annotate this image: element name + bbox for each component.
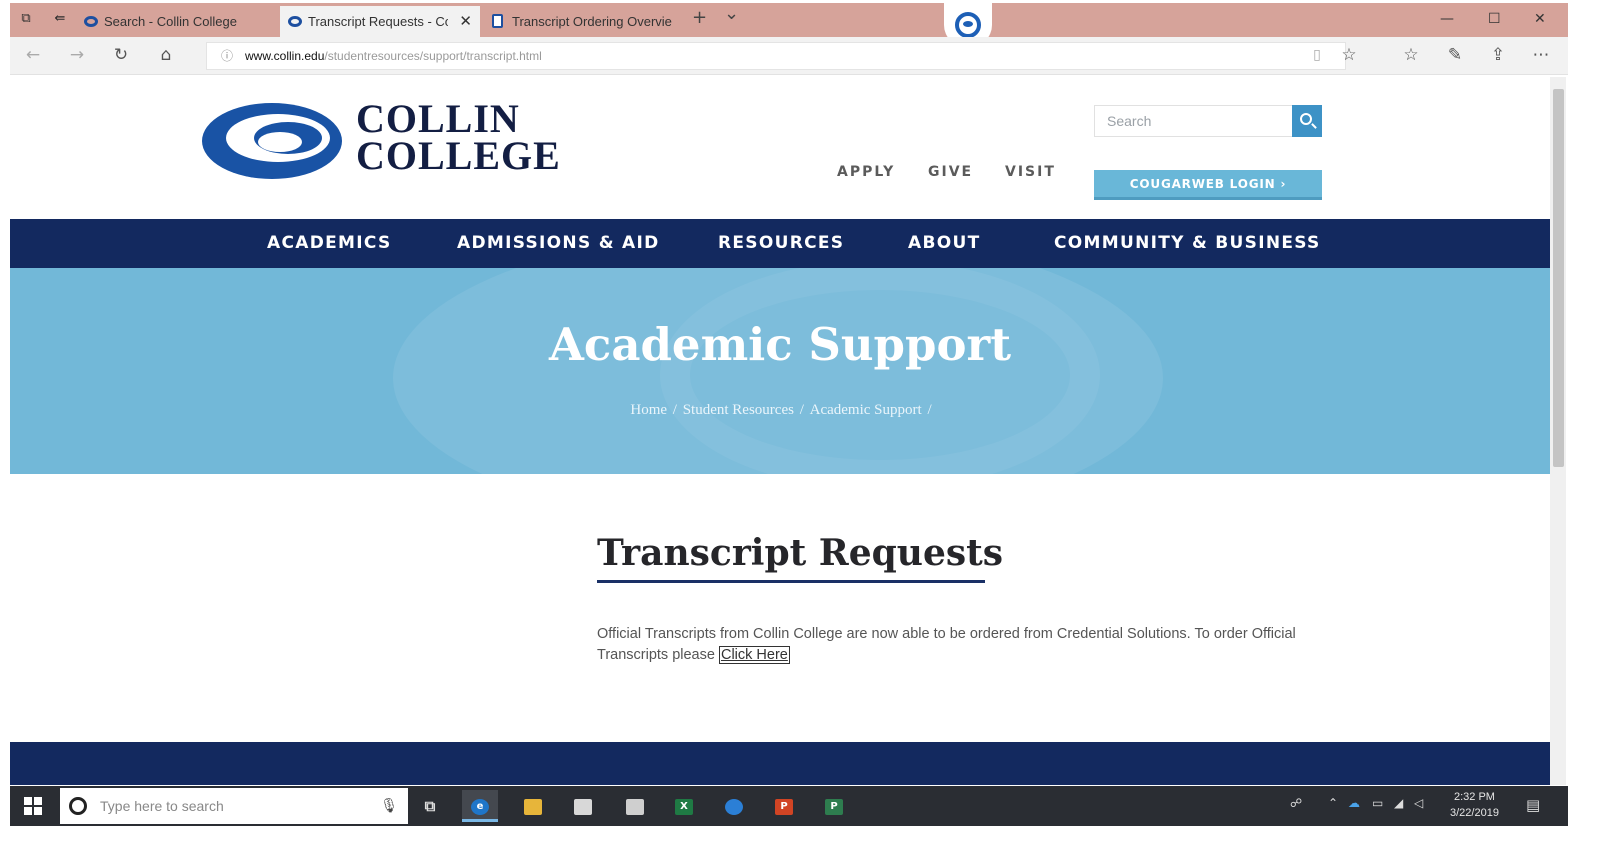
reading-view-icon[interactable]: ▯ (1306, 44, 1328, 66)
maximize-button[interactable]: ☐ (1488, 11, 1501, 27)
collin-swirl-logo-icon (202, 103, 342, 179)
apply-link[interactable]: APPLY (837, 164, 895, 180)
hero-banner: Academic Support Home / Student Resource… (10, 268, 1550, 474)
address-bar[interactable]: ⓘ www.collin.edu/studentresources/suppor… (206, 42, 1346, 70)
cortana-circle-icon (69, 797, 87, 815)
cougarweb-login-button[interactable]: COUGARWEB LOGIN › (1094, 170, 1322, 200)
nav-community-business[interactable]: COMMUNITY & BUSINESS (1054, 219, 1321, 268)
windows-taskbar: Type here to search 🎙 ⧉ e X P P ☍ ⌃ ☁ ▭ … (10, 786, 1568, 826)
more-options-icon[interactable]: ⋯ (1530, 44, 1552, 66)
favorites-hub-icon[interactable]: ☆ (1400, 44, 1422, 66)
url-path: /studentresources/support/transcript.htm… (324, 49, 542, 63)
tab-label: Transcript Requests - Co (308, 14, 448, 29)
favorite-star-icon[interactable]: ☆ (1338, 44, 1360, 66)
give-link[interactable]: GIVE (928, 164, 973, 180)
browser-tab-bar: ⧉ ⇚ Search - Collin College Transcript R… (10, 3, 1568, 37)
nav-resources[interactable]: RESOURCES (718, 219, 844, 268)
logo-wordmark: COLLIN COLLEGE (356, 96, 561, 178)
clock-time: 2:32 PM (1453, 791, 1495, 803)
tab-label: Search - Collin College (104, 14, 237, 29)
close-window-button[interactable]: ✕ (1534, 11, 1546, 27)
windows-start-icon[interactable] (24, 797, 42, 815)
collin-favicon-icon (288, 16, 302, 27)
edge-browser-icon[interactable]: e (462, 790, 498, 822)
cortana-app-icon[interactable] (716, 790, 752, 822)
nav-admissions-aid[interactable]: ADMISSIONS & AID (457, 219, 660, 268)
breadcrumb-academic-support[interactable]: Academic Support (810, 402, 922, 418)
screen: ⧉ ⇚ Search - Collin College Transcript R… (0, 0, 1615, 845)
nav-academics[interactable]: ACADEMICS (267, 219, 392, 268)
action-center-icon[interactable]: ▤ (1526, 796, 1540, 814)
breadcrumb-student-resources[interactable]: Student Resources (683, 402, 794, 418)
title-underline (597, 580, 985, 583)
click-here-link[interactable]: Click Here (718, 646, 790, 664)
taskbar-search-placeholder: Type here to search (100, 798, 224, 814)
breadcrumb-home[interactable]: Home (630, 402, 667, 418)
store-icon[interactable] (565, 790, 601, 822)
body-paragraph: Official Transcripts from Collin College… (597, 624, 1317, 666)
minimize-button[interactable]: — (1440, 11, 1454, 27)
main-navigation: ACADEMICS ADMISSIONS & AID RESOURCES ABO… (10, 219, 1550, 268)
document-favicon-icon (492, 14, 503, 28)
search-icon (1300, 113, 1312, 125)
tab-transcript-ordering[interactable]: Transcript Ordering Overvie (484, 6, 684, 37)
system-clock[interactable]: 2:32 PM 3/22/2019 (1450, 789, 1499, 821)
url-host: www.collin.edu (245, 49, 325, 63)
wifi-icon[interactable]: ◢ (1394, 796, 1403, 810)
volume-icon[interactable]: ◁ (1414, 796, 1423, 810)
visit-link[interactable]: VISIT (1005, 164, 1056, 180)
collin-favicon-icon (84, 16, 98, 27)
set-tabs-aside-icon[interactable]: ⇚ (52, 12, 68, 26)
forward-arrow-icon[interactable]: → (66, 44, 88, 66)
tab-list-icon[interactable]: ⧉ (18, 12, 34, 26)
page-scrollbar[interactable] (1550, 77, 1566, 785)
close-tab-icon[interactable]: ✕ (459, 6, 472, 37)
powerpoint-icon[interactable]: P (766, 790, 802, 822)
home-icon[interactable]: ⌂ (155, 44, 177, 66)
file-explorer-icon[interactable] (515, 790, 551, 822)
refresh-icon[interactable]: ↻ (110, 44, 132, 66)
body-text: Official Transcripts from Collin College… (597, 626, 1296, 663)
mail-icon[interactable] (617, 790, 653, 822)
hero-title: Academic Support (549, 318, 1011, 371)
back-arrow-icon[interactable]: ← (22, 44, 44, 66)
people-icon[interactable]: ☍ (1290, 796, 1302, 810)
scrollbar-thumb[interactable] (1553, 89, 1564, 467)
tab-search-collin[interactable]: Search - Collin College (76, 6, 276, 37)
project-icon[interactable]: P (816, 790, 852, 822)
tab-preview-dropdown-icon[interactable]: ⌄ (724, 3, 739, 24)
tab-transcript-requests[interactable]: Transcript Requests - Co ✕ (280, 6, 480, 37)
show-hidden-icons-chevron-icon[interactable]: ⌃ (1328, 796, 1338, 810)
web-note-pen-icon[interactable]: ✎ (1444, 44, 1466, 66)
logo-line-1: COLLIN (356, 96, 520, 141)
clock-date: 3/22/2019 (1450, 807, 1499, 819)
logo-line-2: COLLEGE (356, 133, 561, 178)
collin-college-logo[interactable]: COLLIN COLLEGE (200, 97, 565, 182)
breadcrumb: Home / Student Resources / Academic Supp… (630, 402, 932, 418)
share-icon[interactable]: ⇪ (1487, 44, 1509, 66)
microphone-icon[interactable]: 🎙 (380, 788, 398, 824)
task-view-icon[interactable]: ⧉ (412, 790, 448, 822)
excel-icon[interactable]: X (666, 790, 702, 822)
nav-about[interactable]: ABOUT (908, 219, 980, 268)
site-search-input[interactable]: Search (1094, 105, 1294, 137)
tab-label: Transcript Ordering Overvie (512, 14, 672, 29)
taskbar-search-input[interactable]: Type here to search 🎙 (60, 788, 408, 824)
site-info-icon[interactable]: ⓘ (221, 43, 233, 69)
hero-swirl-decoration (660, 268, 1100, 474)
page-title: Transcript Requests (597, 532, 1004, 574)
new-tab-button[interactable]: + (692, 7, 707, 28)
browser-toolbar: ← → ↻ ⌂ ⓘ www.collin.edu/studentresource… (10, 37, 1568, 75)
battery-icon[interactable]: ▭ (1372, 796, 1383, 810)
onedrive-cloud-icon[interactable]: ☁ (1348, 796, 1360, 810)
site-footer (10, 742, 1550, 785)
site-search-button[interactable] (1292, 105, 1322, 137)
